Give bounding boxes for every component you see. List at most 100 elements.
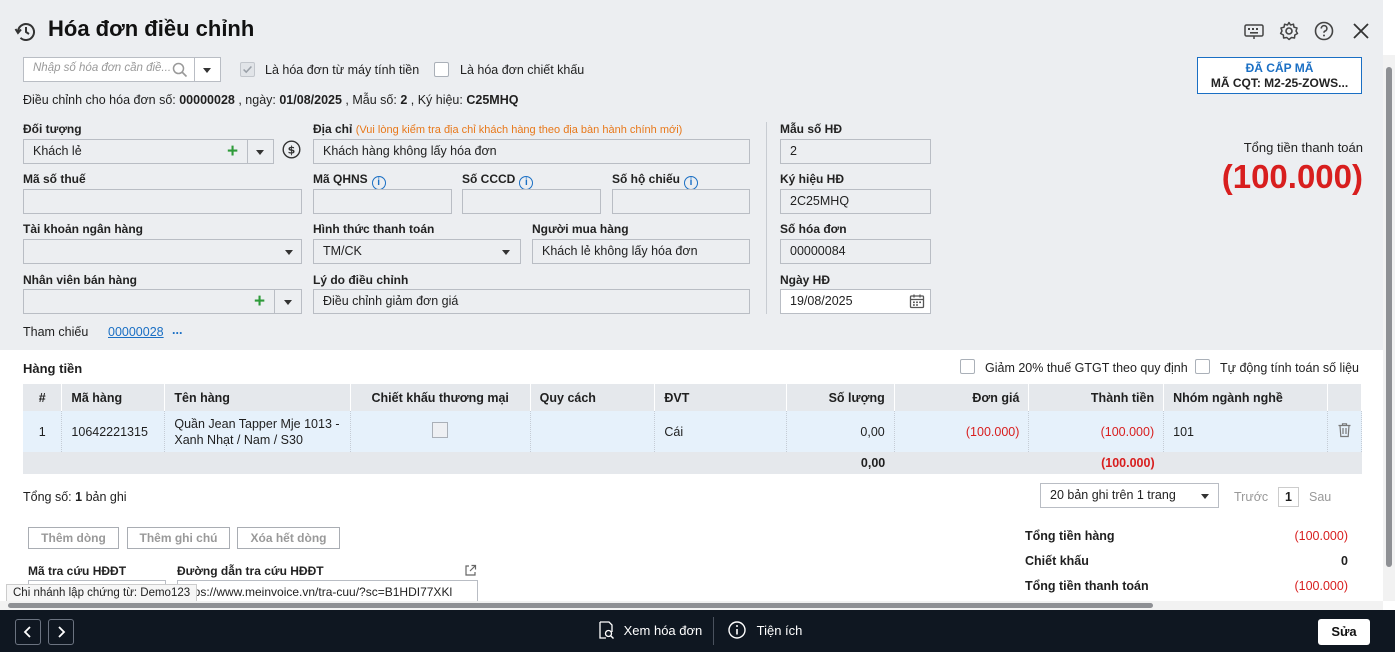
table-footer-row: 0,00 (100.000) [23, 452, 1362, 474]
adjust-symbol-label: , Ký hiệu: [410, 93, 463, 107]
ma-so-thue-input[interactable] [23, 189, 302, 214]
footer-qty: 0,00 [23, 452, 895, 474]
adjust-symbol: C25MHQ [466, 93, 519, 107]
col-code: Mã hàng [61, 384, 166, 411]
so-ho-chieu-input[interactable] [612, 189, 750, 214]
cell-discount[interactable] [350, 411, 531, 452]
cqt-code: MÃ CQT: M2-25-ZOWS... [1210, 76, 1349, 90]
add-note-button[interactable]: Thêm ghi chú [127, 527, 230, 549]
cell-price[interactable]: (100.000) [894, 411, 1030, 452]
search-icon[interactable] [172, 62, 188, 78]
col-name: Tên hàng [164, 384, 351, 411]
info-circle-icon [728, 621, 746, 639]
nhan-vien-input[interactable] [23, 289, 275, 314]
tham-chieu-link[interactable]: 00000028 [108, 325, 164, 339]
ma-qhns-label: Mã QHNS i [313, 172, 386, 190]
discount-row-checkbox[interactable] [432, 422, 449, 438]
invoice-search-input[interactable]: Nhập số hóa đơn cần điề... [23, 57, 195, 82]
info-icon[interactable]: i [519, 176, 534, 190]
doi-tuong-input[interactable]: Khách lẻ [23, 139, 248, 164]
tham-chieu-label: Tham chiếu [23, 325, 89, 339]
keyboard-icon[interactable] [1243, 20, 1265, 42]
nguoi-mua-label: Người mua hàng [532, 222, 629, 236]
currency-icon[interactable]: $ [282, 140, 301, 159]
next-record-button[interactable] [48, 619, 74, 645]
ky-hieu-input[interactable]: 2C25MHQ [780, 189, 931, 214]
so-hd-input[interactable]: 00000084 [780, 239, 931, 264]
horizontal-scroll-thumb[interactable] [8, 603, 1153, 608]
discount-value: 0 [1341, 554, 1348, 568]
horizontal-scrollbar[interactable] [0, 601, 1383, 610]
so-cccd-label-text: Số CCCD [462, 172, 516, 186]
dia-chi-input[interactable]: Khách hàng không lấy hóa đơn [313, 139, 750, 164]
mau-so-input[interactable]: 2 [780, 139, 931, 164]
cell-amount[interactable]: (100.000) [1028, 411, 1165, 452]
col-unit: ĐVT [654, 384, 787, 411]
checkmark-icon [243, 65, 252, 74]
col-spec: Quy cách [530, 384, 656, 411]
external-link-icon[interactable] [464, 564, 477, 577]
adjust-date-label: , ngày: [238, 93, 276, 107]
cell-qty[interactable]: 0,00 [786, 411, 895, 452]
hinh-thuc-tt-label: Hình thức thanh toán [313, 222, 435, 236]
calendar-icon[interactable] [909, 293, 925, 309]
cell-code[interactable]: 10642221315 [61, 411, 166, 452]
hinh-thuc-tt-select[interactable]: TM/CK [313, 239, 521, 264]
view-invoice-button[interactable]: Xem hóa đơn [596, 620, 702, 642]
table-header-row: # Mã hàng Tên hàng Chiết khấu thương mại… [23, 384, 1363, 411]
tai-khoan-select[interactable] [23, 239, 302, 264]
add-row-button[interactable]: Thêm dòng [28, 527, 119, 549]
history-icon[interactable] [14, 20, 38, 44]
lookup-code-label: Mã tra cứu HĐĐT [28, 564, 127, 578]
utilities-button[interactable]: Tiện ích [727, 620, 802, 642]
gear-icon[interactable] [1278, 20, 1300, 42]
cell-group[interactable]: 101 [1163, 411, 1328, 452]
discount-label: Chiết khấu [1025, 554, 1089, 568]
divider [766, 122, 767, 314]
cell-unit[interactable]: Cái [654, 411, 787, 452]
nguoi-mua-input[interactable]: Khách lẻ không lấy hóa đơn [532, 239, 750, 264]
cell-name[interactable]: Quần Jean Tapper Mje 1013 - Xanh Nhạt / … [164, 411, 351, 452]
info-icon[interactable]: i [684, 176, 699, 190]
discount-invoice-checkbox[interactable] [434, 62, 449, 77]
goods-total-value: (100.000) [1294, 529, 1348, 543]
trash-icon[interactable] [1337, 422, 1352, 438]
toolbar-divider [713, 617, 714, 645]
vertical-scrollbar[interactable] [1383, 55, 1395, 601]
mau-so-label: Mẫu số HĐ [780, 122, 843, 136]
cell-spec[interactable] [530, 411, 656, 452]
so-cccd-input[interactable] [462, 189, 601, 214]
prev-record-button[interactable] [15, 619, 41, 645]
current-page[interactable]: 1 [1278, 487, 1299, 507]
next-page-button[interactable]: Sau [1309, 490, 1331, 504]
dia-chi-label: Địa chỉ (Vui lòng kiểm tra địa chỉ khách… [313, 122, 682, 136]
col-group: Nhóm ngành nghề [1163, 384, 1328, 411]
goods-total-label: Tổng tiền hàng [1025, 529, 1115, 543]
dia-chi-label-text: Địa chỉ [313, 122, 353, 136]
auto-calc-checkbox[interactable] [1195, 359, 1210, 374]
chevron-down-icon [1201, 494, 1209, 499]
help-icon[interactable] [1313, 20, 1335, 42]
edit-button[interactable]: Sửa [1318, 619, 1370, 645]
vat-reduction-checkbox[interactable] [960, 359, 975, 374]
add-employee-icon[interactable]: + [254, 289, 265, 314]
ly-do-input[interactable]: Điều chỉnh giảm đơn giá [313, 289, 750, 314]
delete-all-button[interactable]: Xóa hết dòng [237, 527, 340, 549]
close-icon[interactable] [1350, 20, 1372, 42]
prev-page-button[interactable]: Trước [1234, 490, 1268, 504]
record-count: Tổng số: 1 bản ghi [23, 490, 127, 504]
svg-text:$: $ [288, 144, 296, 157]
add-customer-icon[interactable]: + [227, 139, 238, 164]
from-register-checkbox[interactable] [240, 62, 255, 77]
footer-amount: (100.000) [1028, 452, 1164, 474]
page-size-select[interactable]: 20 bản ghi trên 1 trang [1040, 483, 1219, 508]
page-title: Hóa đơn điều chỉnh [48, 16, 255, 41]
discount-invoice-label: Là hóa đơn chiết khấu [460, 63, 585, 77]
info-icon[interactable]: i [371, 176, 386, 190]
col-price: Đơn giá [894, 384, 1030, 411]
tham-chieu-more[interactable]: ... [172, 323, 182, 337]
table-row[interactable]: 1 10642221315 Quần Jean Tapper Mje 1013 … [23, 411, 1363, 452]
vertical-scroll-thumb[interactable] [1386, 67, 1392, 567]
so-ho-chieu-label: Số hộ chiếu i [612, 172, 699, 190]
ma-qhns-input[interactable] [313, 189, 452, 214]
